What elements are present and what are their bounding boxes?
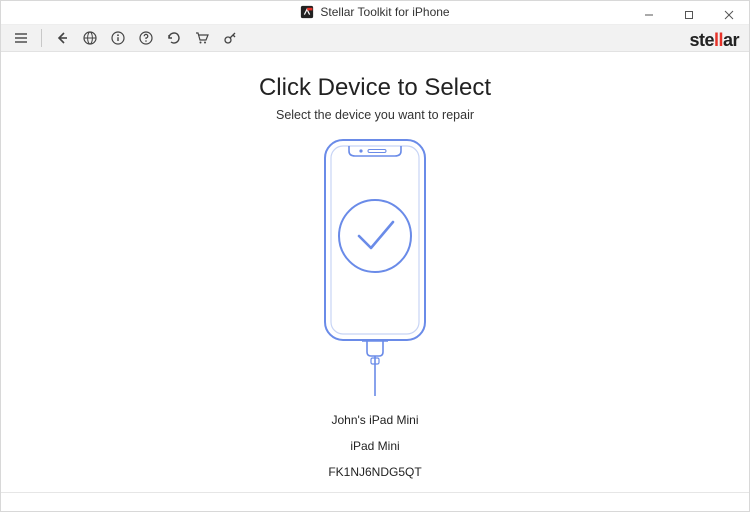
page-subtitle: Select the device you want to repair xyxy=(276,108,474,122)
menu-button[interactable] xyxy=(9,26,33,50)
main-content: Click Device to Select Select the device… xyxy=(1,52,749,493)
device-info: John's iPad Mini iPad Mini FK1NJ6NDG5QT xyxy=(328,408,421,492)
device-name: John's iPad Mini xyxy=(328,414,421,426)
brand-pre: ste xyxy=(689,30,714,51)
device-model: iPad Mini xyxy=(328,440,421,452)
page-title: Click Device to Select xyxy=(259,74,491,102)
title-group: Stellar Toolkit for iPhone xyxy=(300,5,449,19)
info-button[interactable] xyxy=(106,26,130,50)
phone-icon xyxy=(295,136,455,396)
titlebar: Stellar Toolkit for iPhone xyxy=(1,1,749,25)
app-icon xyxy=(300,5,314,19)
app-title: Stellar Toolkit for iPhone xyxy=(320,5,449,19)
help-button[interactable] xyxy=(134,26,158,50)
refresh-button[interactable] xyxy=(162,26,186,50)
brand-post: ar xyxy=(723,30,739,51)
device-serial: FK1NJ6NDG5QT xyxy=(328,466,421,478)
toolbar: stellar xyxy=(1,25,749,52)
toolbar-divider xyxy=(41,29,42,47)
footer-bar xyxy=(1,493,749,511)
brand-mid: ll xyxy=(714,30,723,51)
toolbar-left xyxy=(9,26,242,50)
language-button[interactable] xyxy=(78,26,102,50)
device-illustration[interactable] xyxy=(295,136,455,396)
app-window: Stellar Toolkit for iPhone xyxy=(0,0,750,512)
buy-button[interactable] xyxy=(190,26,214,50)
back-button[interactable] xyxy=(50,26,74,50)
brand-logo: stellar xyxy=(689,25,739,57)
activate-button[interactable] xyxy=(218,26,242,50)
